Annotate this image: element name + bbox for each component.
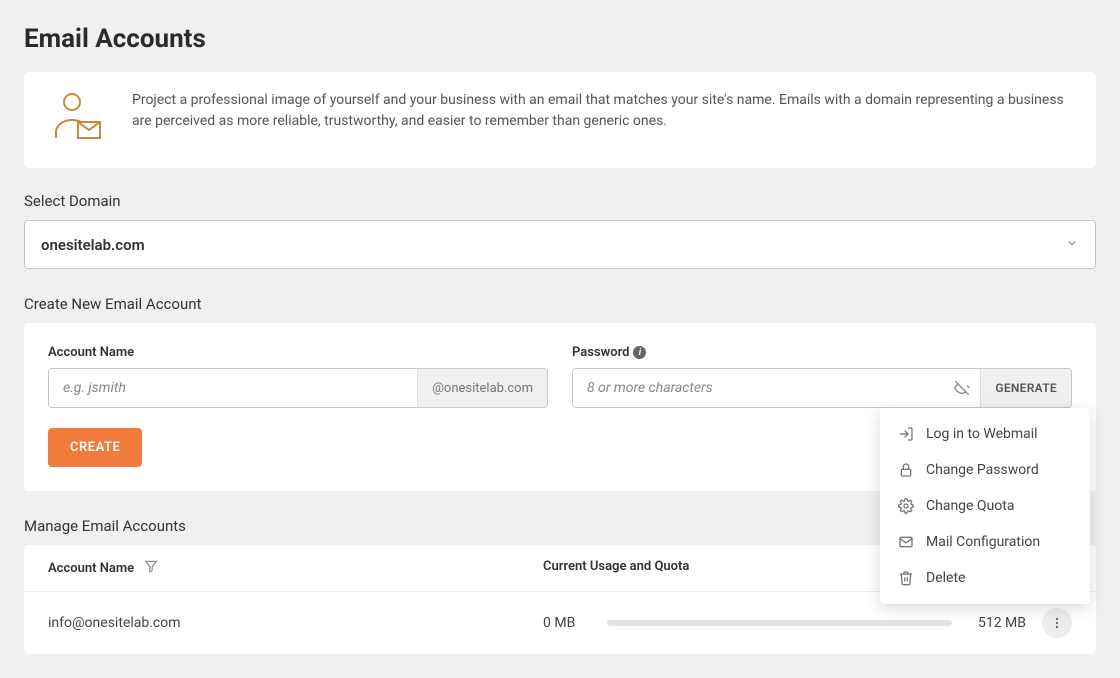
create-account-label: Create New Email Account: [24, 295, 1096, 313]
account-name-input[interactable]: [49, 369, 417, 407]
menu-item-label: Mail Configuration: [926, 534, 1040, 550]
gear-icon: [898, 498, 914, 514]
menu-item-label: Change Quota: [926, 498, 1014, 514]
select-domain-label: Select Domain: [24, 192, 1096, 210]
generate-password-button[interactable]: GENERATE: [980, 369, 1071, 407]
row-actions-button[interactable]: [1042, 608, 1072, 638]
menu-item-label: Change Password: [926, 462, 1039, 478]
chevron-down-icon: [1065, 235, 1079, 254]
toggle-password-visibility-icon[interactable]: [944, 369, 980, 407]
usage-value: 0 MB: [543, 615, 593, 631]
menu-mail-config[interactable]: Mail Configuration: [880, 524, 1090, 560]
menu-change-password[interactable]: Change Password: [880, 452, 1090, 488]
column-account-name: Account Name: [48, 561, 134, 576]
row-actions-menu: Log in to Webmail Change Password Change…: [880, 408, 1090, 604]
menu-item-label: Log in to Webmail: [926, 426, 1038, 442]
create-button[interactable]: CREATE: [48, 428, 142, 467]
login-icon: [898, 426, 914, 442]
password-input[interactable]: [573, 369, 944, 407]
quota-max: 512 MB: [966, 615, 1026, 631]
menu-delete[interactable]: Delete: [880, 560, 1090, 596]
page-title: Email Accounts: [24, 24, 1096, 54]
account-name-label: Account Name: [48, 345, 548, 360]
password-input-group: GENERATE: [572, 368, 1072, 408]
info-icon[interactable]: i: [633, 346, 646, 359]
account-name-input-group: @onesitelab.com: [48, 368, 548, 408]
lock-icon: [898, 462, 914, 478]
filter-icon[interactable]: [144, 559, 158, 577]
email-user-icon: [48, 90, 108, 150]
trash-icon: [898, 570, 914, 586]
domain-select[interactable]: onesitelab.com: [24, 220, 1096, 269]
menu-item-label: Delete: [926, 570, 965, 586]
password-label: Password i: [572, 345, 1072, 360]
menu-change-quota[interactable]: Change Quota: [880, 488, 1090, 524]
intro-text: Project a professional image of yourself…: [132, 90, 1072, 132]
menu-login-webmail[interactable]: Log in to Webmail: [880, 416, 1090, 452]
mail-config-icon: [898, 534, 914, 550]
intro-card: Project a professional image of yourself…: [24, 72, 1096, 168]
selected-domain-value: onesitelab.com: [41, 236, 145, 254]
account-name-suffix: @onesitelab.com: [417, 369, 547, 407]
account-email: info@onesitelab.com: [48, 615, 543, 631]
quota-progress-bar: [607, 620, 952, 626]
